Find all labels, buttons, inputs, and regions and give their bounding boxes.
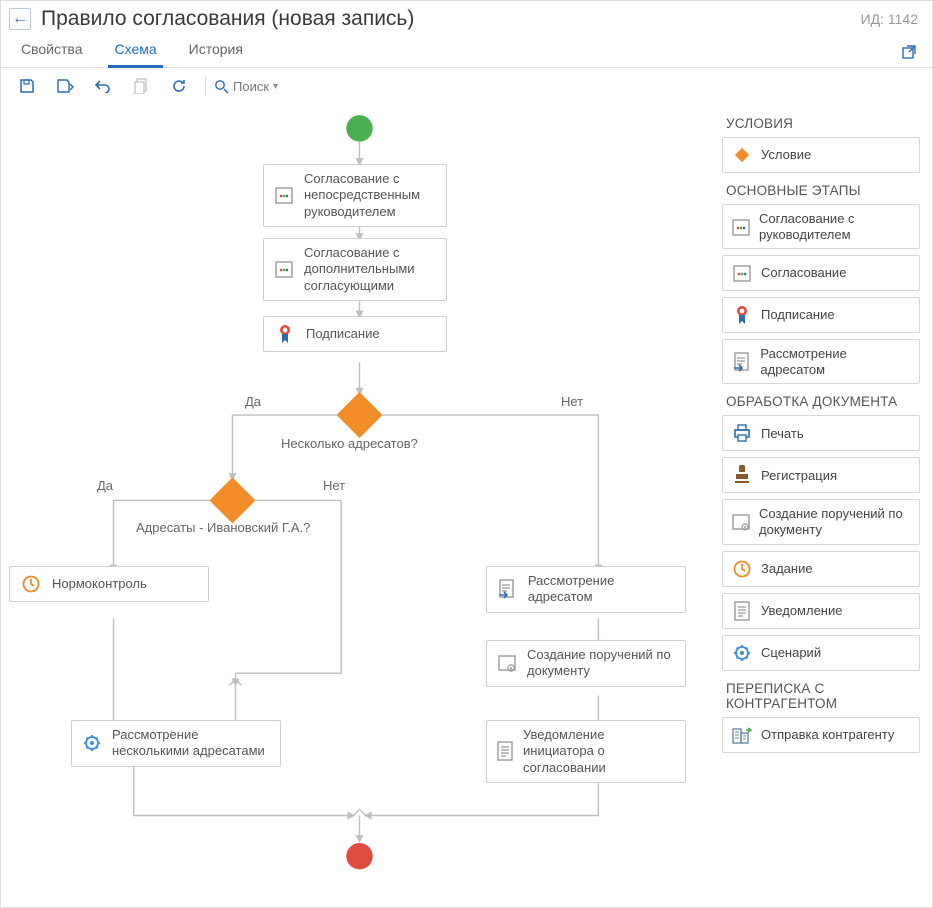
node-review-multiple[interactable]: Рассмотрение несколькими адресатами (71, 720, 281, 767)
tab-history[interactable]: История (183, 33, 249, 67)
calendar-gear-icon (497, 652, 517, 674)
tab-scheme[interactable]: Схема (108, 33, 162, 67)
node-signing[interactable]: Подписание (263, 316, 447, 352)
refresh-button[interactable] (167, 74, 191, 98)
tab-properties[interactable]: Свойства (15, 33, 88, 67)
copy-button (129, 74, 153, 98)
record-id: ИД: 1142 (861, 11, 918, 27)
palette-group: ОБРАБОТКА ДОКУМЕНТА Печать Регистрация Созд… (722, 394, 920, 670)
back-button[interactable]: ← (9, 8, 31, 30)
node-label: Согласование с дополнительными согласующ… (304, 245, 436, 294)
palette-group: ПЕРЕПИСКА С КОНТРАГЕНТОМ Отправка контраг… (722, 681, 920, 753)
doc-lines-icon (497, 740, 513, 762)
palette-group-title: ОБРАБОТКА ДОКУМЕНТА (726, 394, 920, 409)
node-create-orders[interactable]: Создание поручений по документу (486, 640, 686, 687)
palette-item[interactable]: Рассмотрение адресатом (722, 339, 920, 384)
search-label: Поиск (233, 79, 269, 94)
building-icon (731, 724, 753, 746)
palette-item[interactable]: Согласование (722, 255, 920, 291)
palette-group-title: ПЕРЕПИСКА С КОНТРАГЕНТОМ (726, 681, 920, 711)
palette: УСЛОВИЯ Условие ОСНОВНЫЕ ЭТАПЫ Согласование… (718, 104, 932, 907)
palette-item-label: Уведомление (761, 603, 842, 619)
palette-item[interactable]: Согласование с руководителем (722, 204, 920, 249)
node-approval-direct[interactable]: Согласование с непосредственным руководи… (263, 164, 447, 227)
undo-button[interactable] (91, 74, 115, 98)
palette-item-label: Регистрация (761, 468, 837, 484)
node-notify-initiator[interactable]: Уведомление инициатора о согласовании (486, 720, 686, 783)
node-label: Подписание (306, 326, 380, 342)
node-label: Нормоконтроль (52, 576, 147, 592)
popout-icon[interactable] (900, 43, 918, 61)
header: ← Правило согласования (новая запись) ИД… (1, 1, 932, 33)
clock-icon (20, 573, 42, 595)
node-review-addressee[interactable]: Рассмотрение адресатом (486, 566, 686, 613)
node-label: Согласование с непосредственным руководи… (304, 171, 436, 220)
seal-icon (274, 323, 296, 345)
tabs: Свойства Схема История (1, 33, 932, 68)
gear-blue-icon (731, 642, 753, 664)
cal-dots-icon (731, 262, 753, 284)
branch-no: Нет (561, 394, 583, 409)
doc-arrow-icon (731, 351, 752, 373)
clock-icon (731, 558, 753, 580)
decision-label-2: Адресаты - Ивановский Г.А.? (136, 520, 310, 535)
node-label: Создание поручений по документу (527, 647, 675, 680)
diamond-icon (731, 144, 753, 166)
cal-gear-icon (731, 511, 751, 533)
seal-icon (731, 304, 753, 326)
palette-item[interactable]: Отправка контрагенту (722, 717, 920, 753)
palette-item[interactable]: Печать (722, 415, 920, 451)
flow-canvas[interactable]: Согласование с непосредственным руководи… (1, 104, 718, 907)
toolbar: Поиск ▾ (1, 68, 932, 104)
palette-item[interactable]: Создание поручений по документу (722, 499, 920, 544)
palette-item-label: Подписание (761, 307, 835, 323)
save-button[interactable] (15, 74, 39, 98)
palette-item-label: Печать (761, 426, 804, 442)
decision-label-1: Несколько адресатов? (281, 436, 418, 451)
cal-dots-icon (731, 216, 751, 238)
palette-item-label: Задание (761, 561, 813, 577)
palette-item[interactable]: Подписание (722, 297, 920, 333)
palette-group: УСЛОВИЯ Условие (722, 116, 920, 173)
doc-arrow-icon (497, 578, 518, 600)
palette-group-title: УСЛОВИЯ (726, 116, 920, 131)
calendar-icon (274, 258, 294, 280)
branch-yes: Да (97, 478, 113, 493)
palette-group: ОСНОВНЫЕ ЭТАПЫ Согласование с руководител… (722, 183, 920, 384)
app-window: ← Правило согласования (новая запись) ИД… (0, 0, 933, 908)
stamp-icon (731, 464, 753, 486)
palette-item-label: Согласование с руководителем (759, 211, 911, 242)
chevron-down-icon: ▾ (273, 81, 278, 92)
gear-blue-icon (82, 732, 102, 754)
palette-item-label: Рассмотрение адресатом (760, 346, 911, 377)
page-title: Правило согласования (новая запись) (41, 7, 861, 31)
palette-item[interactable]: Задание (722, 551, 920, 587)
palette-item[interactable]: Условие (722, 137, 920, 173)
palette-item[interactable]: Сценарий (722, 635, 920, 671)
node-label: Рассмотрение адресатом (528, 573, 675, 606)
doc-lines-icon (731, 600, 753, 622)
search-dropdown[interactable]: Поиск ▾ (214, 79, 278, 94)
toolbar-separator (205, 76, 206, 96)
palette-item-label: Сценарий (761, 645, 821, 661)
palette-item-label: Условие (761, 147, 811, 163)
palette-item[interactable]: Уведомление (722, 593, 920, 629)
palette-group-title: ОСНОВНЫЕ ЭТАПЫ (726, 183, 920, 198)
palette-item-label: Согласование (761, 265, 846, 281)
save-as-button[interactable] (53, 74, 77, 98)
node-label: Рассмотрение несколькими адресатами (112, 727, 270, 760)
node-approval-additional[interactable]: Согласование с дополнительными согласующ… (263, 238, 447, 301)
branch-no: Нет (323, 478, 345, 493)
palette-item[interactable]: Регистрация (722, 457, 920, 493)
palette-item-label: Отправка контрагенту (761, 727, 894, 743)
palette-item-label: Создание поручений по документу (759, 506, 911, 537)
node-label: Уведомление инициатора о согласовании (523, 727, 675, 776)
branch-yes: Да (245, 394, 261, 409)
printer-icon (731, 422, 753, 444)
calendar-icon (274, 184, 294, 206)
node-normocontrol[interactable]: Нормоконтроль (9, 566, 209, 602)
